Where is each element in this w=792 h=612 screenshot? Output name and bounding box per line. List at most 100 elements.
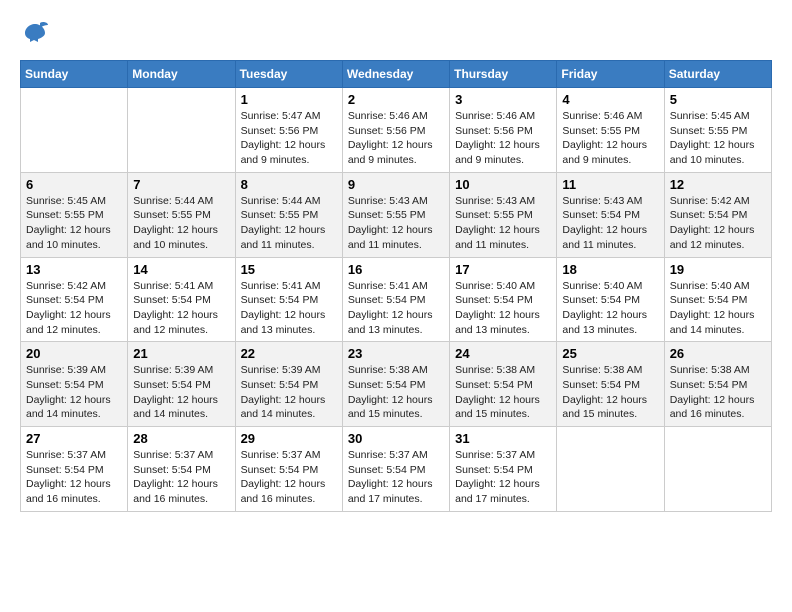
calendar-cell: 22Sunrise: 5:39 AM Sunset: 5:54 PM Dayli… [235,342,342,427]
day-number: 1 [241,92,337,107]
calendar-cell: 23 Sunrise: 5:38 AM Sunset: 5:54 PM Dayli… [342,342,449,427]
header-row: SundayMondayTuesdayWednesdayThursdayFrid… [21,61,772,88]
day-number: 21 [133,346,229,361]
calendar-cell: 7 Sunrise: 5:44 AM Sunset: 5:55 PM Daylig… [128,172,235,257]
day-number: 10 [455,177,551,192]
day-number: 28 [133,431,229,446]
calendar-cell [664,427,771,512]
day-info: Sunrise: 5:46 AM Sunset: 5:56 PM Dayligh… [455,109,551,168]
day-info: Sunrise: 5:43 AM Sunset: 5:55 PM Dayligh… [348,194,444,253]
day-info: Sunrise: 5:37 AM Sunset: 5:54 PM Dayligh… [455,448,551,507]
day-number: 12 [670,177,766,192]
calendar-week-row: 1 Sunrise: 5:47 AM Sunset: 5:56 PM Daylig… [21,88,772,173]
day-info: Sunrise: 5:37 AM Sunset: 5:54 PM Dayligh… [348,448,444,507]
calendar-cell: 9 Sunrise: 5:43 AM Sunset: 5:55 PM Daylig… [342,172,449,257]
calendar-cell: 29 Sunrise: 5:37 AM Sunset: 5:54 PM Dayli… [235,427,342,512]
day-info: Sunrise: 5:41 AM Sunset: 5:54 PM Dayligh… [241,279,337,338]
day-info: Sunrise: 5:39 AM Sunset: 5:54 PM Dayligh… [133,363,229,422]
calendar-cell: 28 Sunrise: 5:37 AM Sunset: 5:54 PM Dayli… [128,427,235,512]
calendar-week-row: 6Sunrise: 5:45 AM Sunset: 5:55 PM Daylig… [21,172,772,257]
weekday-header: Monday [128,61,235,88]
calendar-cell: 19Sunrise: 5:40 AM Sunset: 5:54 PM Dayli… [664,257,771,342]
day-info: Sunrise: 5:39 AM Sunset: 5:54 PM Dayligh… [26,363,122,422]
calendar-cell: 13Sunrise: 5:42 AM Sunset: 5:54 PM Dayli… [21,257,128,342]
day-info: Sunrise: 5:38 AM Sunset: 5:54 PM Dayligh… [348,363,444,422]
day-info: Sunrise: 5:37 AM Sunset: 5:54 PM Dayligh… [133,448,229,507]
calendar-week-row: 13Sunrise: 5:42 AM Sunset: 5:54 PM Dayli… [21,257,772,342]
day-number: 4 [562,92,658,107]
day-info: Sunrise: 5:44 AM Sunset: 5:55 PM Dayligh… [241,194,337,253]
day-info: Sunrise: 5:38 AM Sunset: 5:54 PM Dayligh… [455,363,551,422]
day-number: 24 [455,346,551,361]
calendar-cell: 27Sunrise: 5:37 AM Sunset: 5:54 PM Dayli… [21,427,128,512]
day-number: 3 [455,92,551,107]
day-number: 16 [348,262,444,277]
day-info: Sunrise: 5:38 AM Sunset: 5:54 PM Dayligh… [562,363,658,422]
calendar-cell: 16Sunrise: 5:41 AM Sunset: 5:54 PM Dayli… [342,257,449,342]
day-info: Sunrise: 5:45 AM Sunset: 5:55 PM Dayligh… [26,194,122,253]
day-info: Sunrise: 5:38 AM Sunset: 5:54 PM Dayligh… [670,363,766,422]
day-info: Sunrise: 5:47 AM Sunset: 5:56 PM Dayligh… [241,109,337,168]
calendar-cell: 15 Sunrise: 5:41 AM Sunset: 5:54 PM Dayli… [235,257,342,342]
day-info: Sunrise: 5:37 AM Sunset: 5:54 PM Dayligh… [241,448,337,507]
calendar-cell: 26 Sunrise: 5:38 AM Sunset: 5:54 PM Dayli… [664,342,771,427]
weekday-header: Wednesday [342,61,449,88]
calendar-cell: 14 Sunrise: 5:41 AM Sunset: 5:54 PM Dayli… [128,257,235,342]
day-number: 19 [670,262,766,277]
calendar-cell [557,427,664,512]
day-info: Sunrise: 5:39 AM Sunset: 5:54 PM Dayligh… [241,363,337,422]
day-number: 27 [26,431,122,446]
day-info: Sunrise: 5:43 AM Sunset: 5:54 PM Dayligh… [562,194,658,253]
calendar-cell [128,88,235,173]
weekday-header: Thursday [450,61,557,88]
day-info: Sunrise: 5:44 AM Sunset: 5:55 PM Dayligh… [133,194,229,253]
day-number: 9 [348,177,444,192]
weekday-header: Friday [557,61,664,88]
day-info: Sunrise: 5:40 AM Sunset: 5:54 PM Dayligh… [455,279,551,338]
day-number: 23 [348,346,444,361]
page-header [20,20,772,44]
day-number: 30 [348,431,444,446]
calendar-cell: 17 Sunrise: 5:40 AM Sunset: 5:54 PM Dayli… [450,257,557,342]
day-number: 31 [455,431,551,446]
day-number: 11 [562,177,658,192]
day-info: Sunrise: 5:46 AM Sunset: 5:55 PM Dayligh… [562,109,658,168]
day-number: 2 [348,92,444,107]
calendar-cell: 25Sunrise: 5:38 AM Sunset: 5:54 PM Dayli… [557,342,664,427]
day-number: 26 [670,346,766,361]
calendar-cell: 5Sunrise: 5:45 AM Sunset: 5:55 PM Daylig… [664,88,771,173]
calendar-week-row: 27 Sunrise: 5:37 AM Sunset: 5:54 PM Dayli… [21,427,772,512]
day-number: 5 [670,92,766,107]
calendar-cell: 1 Sunrise: 5:47 AM Sunset: 5:56 PM Daylig… [235,88,342,173]
day-number: 14 [133,262,229,277]
day-number: 18 [562,262,658,277]
calendar-cell: 3 Sunrise: 5:46 AM Sunset: 5:56 PM Daylig… [450,88,557,173]
day-number: 20 [26,346,122,361]
day-number: 29 [241,431,337,446]
calendar-cell: 20 Sunrise: 5:39 AM Sunset: 5:54 PM Dayli… [21,342,128,427]
calendar-table: SundayMondayTuesdayWednesdayThursdayFrid… [20,60,772,512]
weekday-header: Sunday [21,61,128,88]
calendar-cell: 11 Sunrise: 5:43 AM Sunset: 5:54 PM Dayli… [557,172,664,257]
calendar-cell: 21 Sunrise: 5:39 AM Sunset: 5:54 PM Dayli… [128,342,235,427]
day-info: Sunrise: 5:43 AM Sunset: 5:55 PM Dayligh… [455,194,551,253]
day-number: 13 [26,262,122,277]
calendar-cell: 2 Sunrise: 5:46 AM Sunset: 5:56 PM Daylig… [342,88,449,173]
calendar-cell: 10 Sunrise: 5:43 AM Sunset: 5:55 PM Dayli… [450,172,557,257]
logo [20,20,54,44]
calendar-body: 1 Sunrise: 5:47 AM Sunset: 5:56 PM Daylig… [21,88,772,512]
calendar-cell [21,88,128,173]
day-info: Sunrise: 5:46 AM Sunset: 5:56 PM Dayligh… [348,109,444,168]
day-number: 15 [241,262,337,277]
calendar-cell: 18Sunrise: 5:40 AM Sunset: 5:54 PM Dayli… [557,257,664,342]
day-number: 17 [455,262,551,277]
day-info: Sunrise: 5:41 AM Sunset: 5:54 PM Dayligh… [133,279,229,338]
calendar-cell: 4 Sunrise: 5:46 AM Sunset: 5:55 PM Daylig… [557,88,664,173]
calendar-cell: 30 Sunrise: 5:37 AM Sunset: 5:54 PM Dayli… [342,427,449,512]
calendar-week-row: 20 Sunrise: 5:39 AM Sunset: 5:54 PM Dayli… [21,342,772,427]
calendar-cell: 24 Sunrise: 5:38 AM Sunset: 5:54 PM Dayli… [450,342,557,427]
calendar-cell: 31 Sunrise: 5:37 AM Sunset: 5:54 PM Dayli… [450,427,557,512]
day-info: Sunrise: 5:42 AM Sunset: 5:54 PM Dayligh… [670,194,766,253]
calendar-cell: 6Sunrise: 5:45 AM Sunset: 5:55 PM Daylig… [21,172,128,257]
day-number: 7 [133,177,229,192]
